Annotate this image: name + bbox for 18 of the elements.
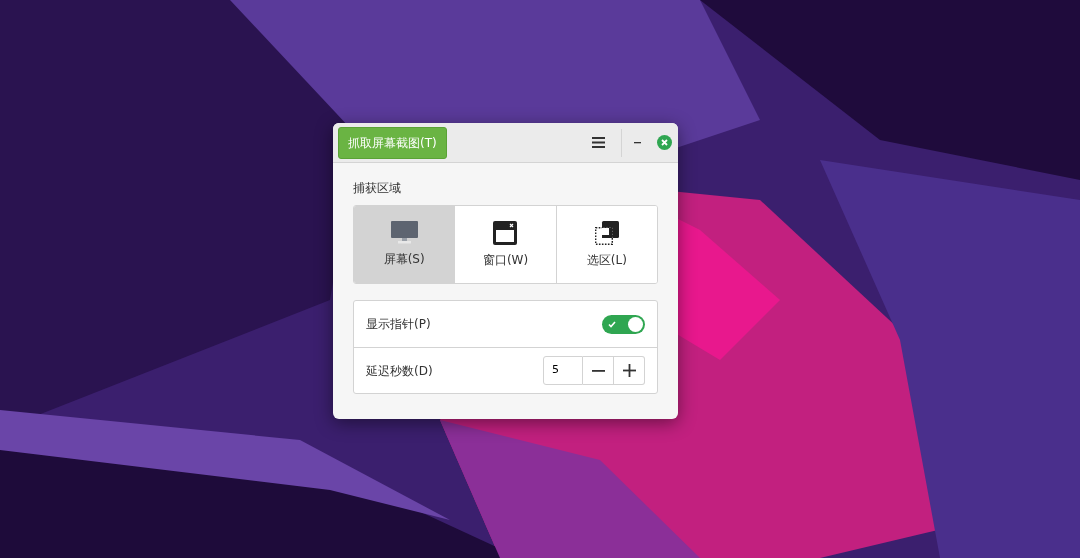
- delay-field[interactable]: 5: [543, 356, 583, 385]
- mode-option[interactable]: 屏幕(S): [354, 206, 455, 283]
- option-label: 延迟秒数(D): [366, 362, 433, 380]
- selection-icon: [594, 220, 619, 245]
- increase-button[interactable]: [614, 356, 645, 385]
- plus-icon: [622, 364, 636, 377]
- toggle-switch[interactable]: [602, 314, 645, 334]
- window-icon: [493, 220, 518, 245]
- decrease-button[interactable]: [583, 356, 614, 385]
- check-icon: [608, 320, 616, 328]
- mode-option[interactable]: 选区(L): [555, 206, 657, 283]
- monitor-icon: [390, 221, 418, 244]
- minus-icon: [591, 369, 605, 372]
- section-label: 捕获区域: [353, 180, 402, 197]
- minimize-icon[interactable]: [634, 141, 641, 144]
- option-label: 显示指针(P): [366, 316, 431, 333]
- menu-icon[interactable]: [592, 137, 605, 148]
- close-icon[interactable]: [657, 135, 672, 150]
